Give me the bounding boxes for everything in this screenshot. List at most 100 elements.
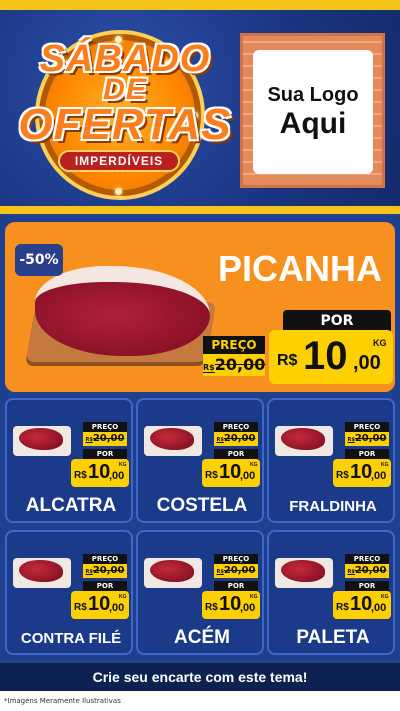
product-card[interactable]: PREÇO R$20,00 POR R$ 10 ,00 KG FRALDINHA: [267, 398, 395, 523]
product-name: PALETA: [296, 627, 370, 648]
product-card[interactable]: PREÇO R$20,00 POR R$ 10 ,00 KG ALCATRA: [5, 398, 133, 523]
header-top-stripe: [0, 0, 400, 10]
price-integer: 10: [219, 593, 242, 615]
price-unit: KG: [381, 462, 389, 468]
price-currency: R$: [277, 352, 298, 369]
alcatra-meat-image: [13, 426, 71, 456]
price-currency: R$: [74, 602, 87, 613]
por-label: POR: [214, 581, 258, 591]
price-integer: 10: [350, 461, 373, 483]
old-currency: R$: [85, 569, 93, 575]
logo-text-line1: Sua Logo: [267, 83, 359, 106]
paleta-meat-image: [275, 558, 333, 588]
old-currency: R$: [216, 437, 224, 443]
old-price-value: 20,00: [223, 565, 256, 576]
price-decimal: ,00: [353, 352, 381, 374]
product-card[interactable]: PREÇO R$20,00 POR R$ 10 ,00 KG ACÉM: [136, 530, 264, 655]
price-integer: 10: [303, 334, 348, 378]
old-currency: R$: [347, 569, 355, 575]
preco-label: PREÇO: [345, 554, 389, 564]
old-price-value: 20,00: [354, 433, 387, 444]
price-currency: R$: [205, 470, 218, 481]
old-price: R$20,00: [83, 564, 127, 578]
header-bottom-stripe: [0, 206, 400, 214]
product-name: ACÉM: [174, 627, 230, 648]
featured-product-name: PICANHA: [217, 248, 382, 289]
featured-new-price: R$ 10 ,00 KG: [269, 330, 393, 384]
old-price-value: 20,00: [92, 433, 125, 444]
price-unit: KG: [119, 462, 127, 468]
price-currency: R$: [205, 602, 218, 613]
fraldinha-meat-image: [275, 426, 333, 456]
header-banner: SÁBADO DE OFERTAS IMPERDÍVEIS Sua Logo A…: [0, 0, 400, 214]
old-price-value: 20,00: [214, 355, 266, 374]
old-currency: R$: [216, 569, 224, 575]
featured-old-price: R$20,00: [203, 354, 265, 376]
old-price: R$20,00: [214, 564, 258, 578]
preco-label: PREÇO: [83, 422, 127, 432]
price-decimal: ,00: [109, 602, 125, 614]
acem-meat-image: [144, 558, 202, 588]
old-currency: R$: [347, 437, 355, 443]
por-label: POR: [83, 581, 127, 591]
old-currency: R$: [85, 437, 93, 443]
price-currency: R$: [336, 602, 349, 613]
price-unit: KG: [373, 338, 387, 348]
price-currency: R$: [336, 470, 349, 481]
price-decimal: ,00: [371, 470, 387, 482]
price-integer: 10: [350, 593, 373, 615]
product-card[interactable]: PREÇO R$20,00 POR R$ 10 ,00 KG CONTRA FI…: [5, 530, 133, 655]
discount-badge: -50%: [15, 244, 63, 276]
price-decimal: ,00: [240, 470, 256, 482]
new-price: R$ 10 ,00 KG: [333, 459, 391, 487]
cta-banner[interactable]: Crie seu encarte com este tema!: [0, 663, 400, 691]
old-price: R$20,00: [214, 432, 258, 446]
price-unit: KG: [250, 594, 258, 600]
title-line-3: OFERTAS: [18, 100, 232, 149]
product-card[interactable]: PREÇO R$20,00 POR R$ 10 ,00 KG COSTELA: [136, 398, 264, 523]
costela-meat-image: [144, 426, 202, 456]
price-integer: 10: [88, 461, 111, 483]
featured-por-label: POR: [283, 310, 391, 332]
badge-light-dot: [115, 188, 122, 195]
old-price-value: 20,00: [92, 565, 125, 576]
featured-preco-label: PREÇO: [203, 336, 265, 354]
product-card[interactable]: PREÇO R$20,00 POR R$ 10 ,00 KG PALETA: [267, 530, 395, 655]
preco-label: PREÇO: [214, 554, 258, 564]
price-decimal: ,00: [240, 602, 256, 614]
price-integer: 10: [219, 461, 242, 483]
contra-file-meat-image: [13, 558, 71, 588]
old-currency: R$: [203, 363, 215, 372]
preco-label: PREÇO: [83, 554, 127, 564]
price-decimal: ,00: [371, 602, 387, 614]
new-price: R$ 10 ,00 KG: [71, 459, 129, 487]
logo-placeholder[interactable]: Sua Logo Aqui: [253, 50, 373, 174]
new-price: R$ 10 ,00 KG: [333, 591, 391, 619]
por-label: POR: [83, 449, 127, 459]
old-price-value: 20,00: [223, 433, 256, 444]
price-unit: KG: [250, 462, 258, 468]
subtitle-pill: IMPERDÍVEIS: [58, 150, 180, 172]
price-unit: KG: [119, 594, 127, 600]
product-name: CONTRA FILÉ: [20, 630, 122, 647]
old-price: R$20,00: [345, 564, 389, 578]
old-price: R$20,00: [83, 432, 127, 446]
preco-label: PREÇO: [214, 422, 258, 432]
featured-product-card[interactable]: -50% PICANHA POR PREÇO R$20,00 R$ 10 ,00…: [5, 222, 395, 392]
old-price-value: 20,00: [354, 565, 387, 576]
product-name: ALCATRA: [25, 495, 117, 516]
por-label: POR: [345, 449, 389, 459]
logo-text-line2: Aqui: [279, 106, 347, 140]
preco-label: PREÇO: [345, 422, 389, 432]
new-price: R$ 10 ,00 KG: [202, 591, 260, 619]
picanha-meat-image: [35, 266, 210, 356]
price-unit: KG: [381, 594, 389, 600]
product-name: FRALDINHA: [289, 498, 377, 515]
price-currency: R$: [74, 470, 87, 481]
new-price: R$ 10 ,00 KG: [71, 591, 129, 619]
old-price: R$20,00: [345, 432, 389, 446]
por-label: POR: [214, 449, 258, 459]
product-name: COSTELA: [156, 495, 248, 516]
new-price: R$ 10 ,00 KG: [202, 459, 260, 487]
disclaimer-text: *Imagens Meramente Ilustrativas: [0, 691, 400, 711]
